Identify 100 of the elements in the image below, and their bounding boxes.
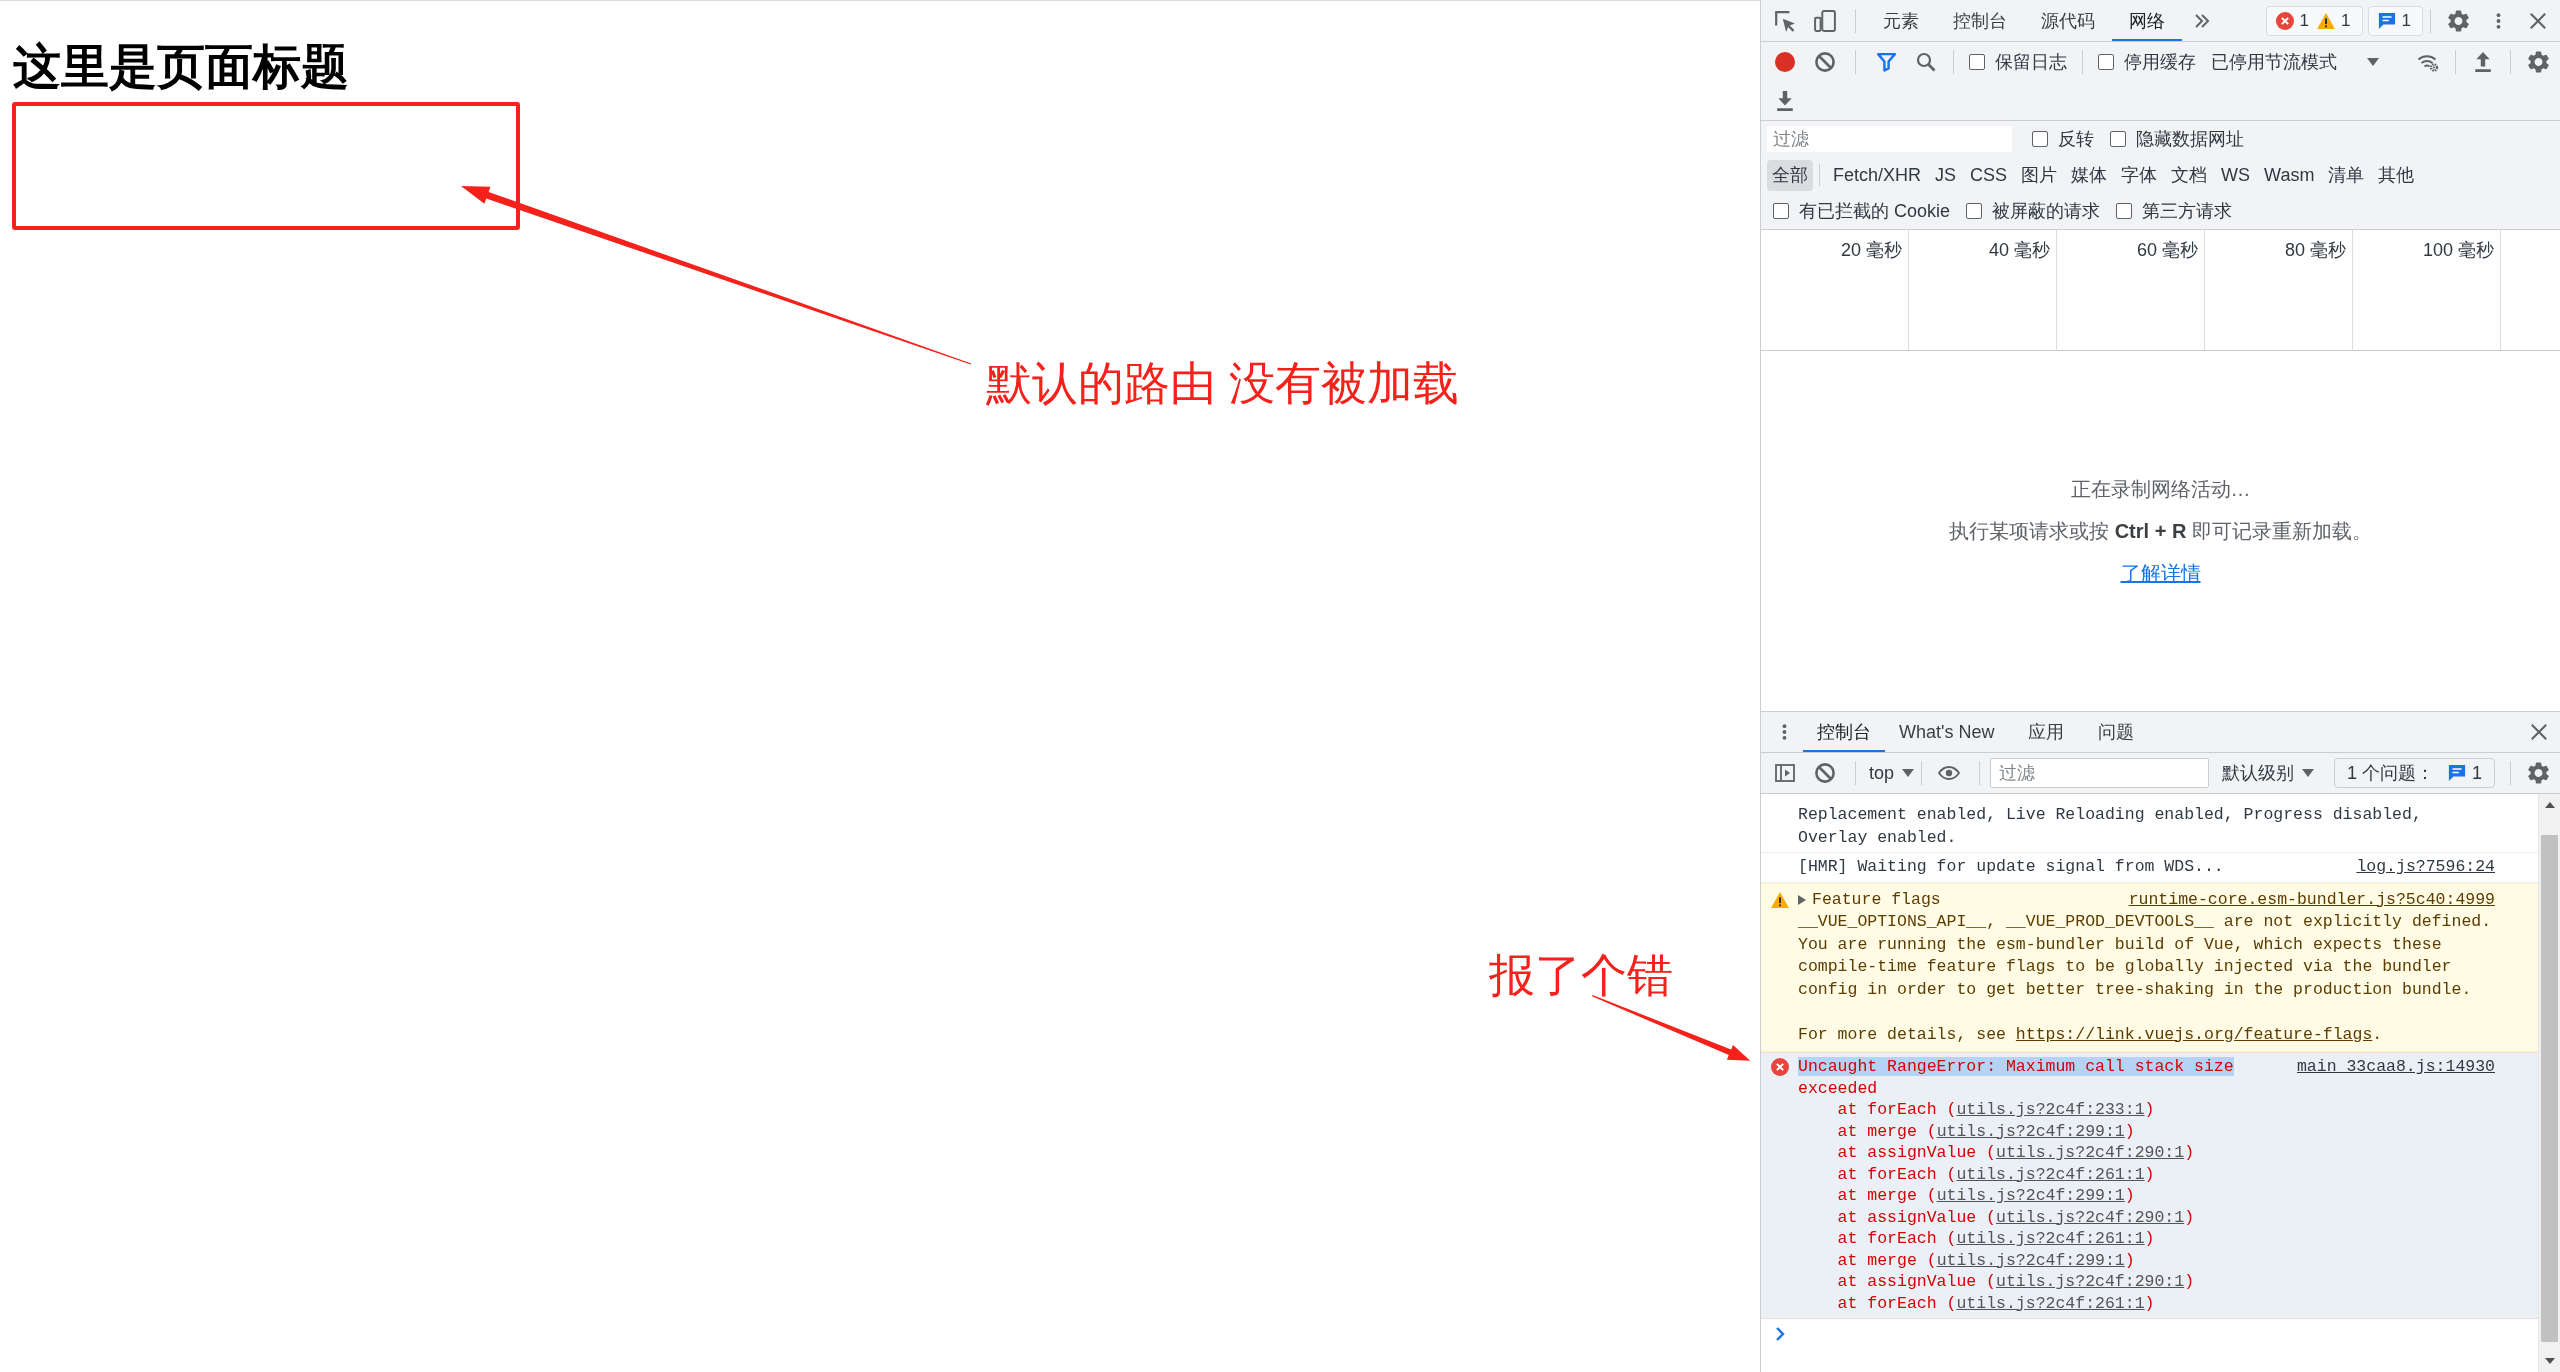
eye-icon[interactable] bbox=[1938, 766, 1961, 780]
checkbox[interactable] bbox=[2098, 53, 2114, 70]
timeline-tick-label: 40 毫秒 bbox=[1988, 239, 2050, 262]
prohibit-icon[interactable] bbox=[1815, 51, 1835, 72]
annotation-text: 报了个错 bbox=[1489, 948, 1673, 1003]
stack-frame-text: at merge (utils.js?2c4f:299:1) bbox=[1836, 1120, 2136, 1142]
source-link[interactable]: utils.js?2c4f:299:1 bbox=[1936, 1186, 2125, 1205]
close-icon[interactable] bbox=[2529, 11, 2547, 30]
tab[interactable]: 控制台 bbox=[1936, 0, 2024, 41]
learn-more-link[interactable]: 了解详情 bbox=[2120, 558, 2201, 588]
warning-icon bbox=[2317, 12, 2336, 29]
tab[interactable]: 问题 bbox=[2084, 712, 2149, 752]
filter-tab[interactable]: 图片 bbox=[2016, 159, 2063, 191]
source-link[interactable]: utils.js?2c4f:290:1 bbox=[1996, 1143, 2185, 1162]
levels-dropdown[interactable]: 默认级别 bbox=[2219, 758, 2323, 788]
filter-field[interactable]: 过滤 bbox=[1990, 758, 2210, 788]
message-text: [HMR] Waiting for update signal from WDS... bbox=[1798, 856, 2225, 878]
throttling-dropdown[interactable]: 已停用节流模式 bbox=[2208, 46, 2387, 77]
checkbox[interactable] bbox=[1966, 203, 1983, 219]
error-icon bbox=[1770, 1058, 1789, 1076]
filter-tab[interactable]: 清单 bbox=[2323, 159, 2370, 191]
checkbox[interactable] bbox=[2110, 131, 2126, 147]
filter-tab[interactable]: 文档 bbox=[2166, 159, 2213, 191]
down-arrow-icon[interactable] bbox=[2544, 1358, 2555, 1364]
download-icon[interactable] bbox=[1777, 90, 1793, 111]
settings-icon[interactable] bbox=[2447, 9, 2469, 32]
filter-tab[interactable]: Wasm bbox=[2259, 159, 2320, 191]
page-title: 这里是页面标题 bbox=[13, 39, 349, 95]
checkbox-label[interactable]: 被屏蔽的请求 bbox=[1992, 199, 2101, 223]
message-text: Replacement enabled, Live Reloading enabled, Progress disabled, Overlay enabled. bbox=[1798, 804, 2423, 849]
stack-frame-text: at assignValue (utils.js?2c4f:290:1) bbox=[1836, 1271, 2196, 1293]
source-link[interactable]: utils.js?2c4f:261:1 bbox=[1956, 1293, 2145, 1313]
error-icon bbox=[2275, 11, 2294, 30]
checkbox-label[interactable]: 保留日志 bbox=[1995, 49, 2067, 74]
stack-frame-text: at forEach (utils.js?2c4f:261:1) bbox=[1836, 1292, 2156, 1314]
context-dropdown[interactable]: top bbox=[1866, 758, 1915, 788]
tab[interactable]: 元素 bbox=[1866, 0, 1936, 41]
scrollbar[interactable] bbox=[2538, 794, 2560, 1372]
checkbox-label[interactable]: 反转 bbox=[2058, 127, 2094, 151]
source-link[interactable]: utils.js?2c4f:299:1 bbox=[1936, 1250, 2125, 1270]
tab[interactable]: 应用 bbox=[2014, 712, 2079, 752]
stack-frame-text: at forEach (utils.js?2c4f:261:1) bbox=[1836, 1163, 2156, 1185]
issues-button[interactable]: 1 个问题： 1 bbox=[2334, 758, 2496, 788]
stack-frame-text: at forEach (utils.js?2c4f:261:1) bbox=[1836, 1228, 2156, 1250]
cursor-box-icon[interactable] bbox=[1774, 9, 1796, 32]
timeline-tick-label: 80 毫秒 bbox=[2284, 239, 2346, 262]
source-link[interactable]: utils.js?2c4f:290:1 bbox=[1996, 1207, 2185, 1227]
prohibit-icon[interactable] bbox=[1815, 763, 1835, 783]
issue-counter-button[interactable]: 1 1 bbox=[2265, 5, 2363, 36]
filter-tab[interactable]: 字体 bbox=[2116, 159, 2163, 191]
search-icon[interactable] bbox=[1916, 51, 1936, 72]
funnel-icon[interactable] bbox=[1875, 51, 1897, 72]
filter-tab[interactable]: 媒体 bbox=[2066, 159, 2113, 191]
source-link[interactable]: utils.js?2c4f:261:1 bbox=[1956, 1164, 2145, 1184]
record-icon[interactable] bbox=[1775, 51, 1795, 72]
triangle-icon[interactable] bbox=[1798, 894, 1806, 905]
message-counter-button[interactable]: 1 bbox=[2367, 5, 2423, 36]
more-icon[interactable] bbox=[2495, 11, 2501, 30]
source-link[interactable]: runtime-core.esm-bundler.js?5c40:4999 bbox=[2128, 888, 2495, 911]
filter-tab[interactable]: WS bbox=[2216, 159, 2256, 191]
close-icon[interactable] bbox=[2530, 723, 2548, 741]
settings-icon[interactable] bbox=[2527, 762, 2549, 784]
filter-tab[interactable]: Fetch/XHR bbox=[1828, 159, 1927, 191]
checkbox[interactable] bbox=[2116, 203, 2133, 219]
checkbox[interactable] bbox=[1969, 53, 1985, 70]
settings-icon[interactable] bbox=[2527, 50, 2549, 73]
source-link[interactable]: utils.js?2c4f:299:1 bbox=[1936, 1121, 2125, 1141]
hint-text: 执行某项请求或按 Ctrl + R 即可记录重新加载。 bbox=[1949, 519, 2372, 544]
source-link[interactable]: utils.js?2c4f:233:1 bbox=[1956, 1100, 2145, 1119]
double-chevron-icon[interactable] bbox=[2194, 12, 2210, 29]
stack-frame-text: at merge (utils.js?2c4f:299:1) bbox=[1836, 1185, 2136, 1207]
timeline-tick-label: 20 毫秒 bbox=[1840, 239, 1902, 262]
tab[interactable]: What's New bbox=[1885, 712, 2009, 752]
caret-icon bbox=[1902, 769, 1915, 777]
checkbox[interactable] bbox=[2032, 131, 2048, 147]
checkbox[interactable] bbox=[1773, 203, 1789, 219]
source-link[interactable]: utils.js?2c4f:290:1 bbox=[1996, 1272, 2185, 1291]
devices-icon[interactable] bbox=[1814, 9, 1836, 32]
scrollbar-thumb[interactable] bbox=[2541, 835, 2558, 1342]
filter-tab[interactable]: JS bbox=[1930, 159, 1962, 191]
source-link[interactable]: utils.js?2c4f:261:1 bbox=[1956, 1229, 2145, 1248]
source-link[interactable]: log.js?7596:24 bbox=[2356, 856, 2495, 879]
filter-field[interactable]: 过滤 bbox=[1767, 126, 2012, 152]
filter-tab[interactable]: 其他 bbox=[2373, 159, 2420, 191]
filter-tab[interactable]: 全部 bbox=[1767, 159, 1813, 191]
more-icon[interactable] bbox=[1781, 723, 1787, 741]
annotation-text: 默认的路由 没有被加载 bbox=[986, 356, 1459, 411]
upload-icon[interactable] bbox=[2475, 51, 2491, 72]
timeline-tick-label: 60 毫秒 bbox=[2136, 239, 2198, 262]
checkbox-label[interactable]: 第三方请求 bbox=[2142, 199, 2233, 223]
checkbox-label[interactable]: 有已拦截的 Cookie bbox=[1799, 199, 1951, 223]
checkbox-label[interactable]: 隐藏数据网址 bbox=[2136, 127, 2244, 151]
checkbox-label[interactable]: 停用缓存 bbox=[2124, 49, 2196, 74]
up-arrow-icon[interactable] bbox=[2544, 802, 2555, 808]
panel-icon[interactable] bbox=[1775, 764, 1795, 782]
filter-tab[interactable]: CSS bbox=[1965, 159, 2013, 191]
source-link[interactable]: main_33caa8.js:14930 bbox=[2296, 1056, 2495, 1078]
tab[interactable]: 源代码 bbox=[2024, 0, 2112, 41]
url-link[interactable]: https://link.vuejs.org/feature-flags bbox=[2015, 1024, 2373, 1044]
stack-frame-text: at assignValue (utils.js?2c4f:290:1) bbox=[1836, 1142, 2196, 1164]
